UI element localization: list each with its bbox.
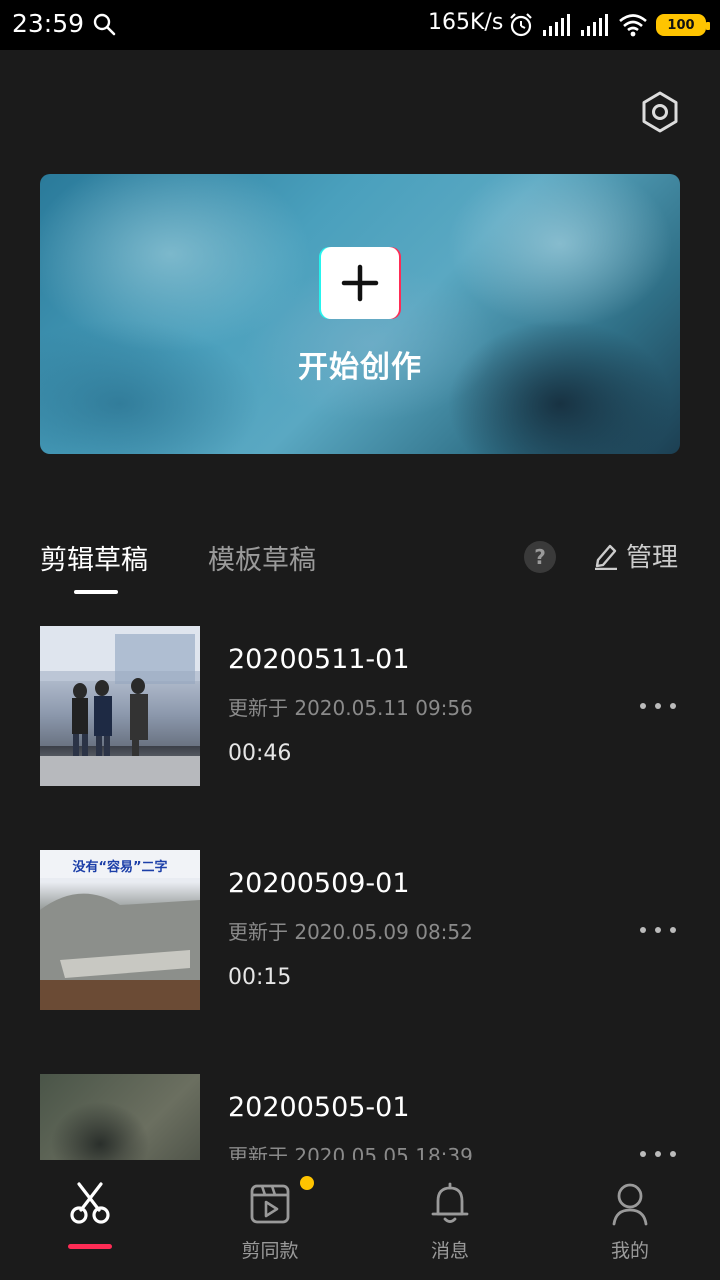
help-button[interactable]: ?	[524, 541, 556, 573]
nav-profile-label: 我的	[610, 1240, 649, 1262]
network-speed: 165K/s	[428, 10, 504, 35]
notification-badge	[300, 1176, 314, 1190]
tab-edit-drafts[interactable]: 剪辑草稿	[40, 538, 148, 577]
draft-thumbnail	[40, 1074, 200, 1160]
draft-title: 20200505-01	[228, 1092, 410, 1123]
signal-icon	[543, 14, 570, 36]
draft-list: 20200511-01 更新于 2020.05.11 09:56 00:46 没…	[0, 626, 720, 1160]
start-creating-card[interactable]: 开始创作	[40, 174, 680, 454]
search-icon	[93, 13, 116, 36]
start-creating-label: 开始创作	[298, 350, 422, 385]
draft-thumbnail	[40, 626, 200, 786]
draft-item[interactable]: 20200505-01 更新于 2020.05.05 18:39	[0, 1074, 720, 1160]
template-icon	[250, 1184, 290, 1224]
nav-templates-label: 剪同款	[241, 1240, 299, 1262]
nav-active-indicator	[68, 1244, 112, 1249]
nav-templates[interactable]: 剪同款	[180, 1160, 360, 1280]
active-tab-indicator	[74, 590, 118, 594]
more-options-icon[interactable]	[640, 696, 676, 716]
status-time: 23:59	[12, 9, 85, 38]
bell-icon	[431, 1182, 469, 1223]
new-project-button[interactable]	[319, 247, 401, 319]
nav-profile[interactable]: 我的	[540, 1160, 720, 1280]
nav-messages-label: 消息	[430, 1240, 469, 1262]
draft-duration: 00:15	[228, 965, 292, 990]
more-options-icon[interactable]	[640, 920, 676, 940]
battery-level: 100	[667, 17, 695, 33]
edit-icon	[595, 544, 617, 570]
draft-title: 20200509-01	[228, 868, 410, 899]
draft-duration: 00:46	[228, 741, 292, 766]
gear-icon[interactable]	[638, 90, 682, 134]
status-bar: 23:59 165K/s 100	[0, 0, 720, 50]
signal-icon	[581, 14, 608, 36]
draft-thumbnail: 没有“容易”二字	[40, 850, 200, 1010]
battery-icon: 100	[656, 14, 710, 36]
draft-item[interactable]: 20200511-01 更新于 2020.05.11 09:56 00:46	[0, 626, 720, 786]
nav-messages[interactable]: 消息	[360, 1160, 540, 1280]
tab-template-drafts[interactable]: 模板草稿	[208, 538, 316, 577]
draft-title: 20200511-01	[228, 644, 410, 675]
draft-updated: 更新于 2020.05.11 09:56	[228, 696, 473, 720]
nav-edit[interactable]	[0, 1160, 180, 1280]
thumbnail-caption: 没有“容易”二字	[72, 860, 168, 875]
scissors-icon	[70, 1182, 110, 1224]
draft-item[interactable]: 没有“容易”二字 20200509-01 更新于 2020.05.09 08:5…	[0, 850, 720, 1010]
person-icon	[612, 1183, 648, 1226]
alarm-icon	[510, 13, 532, 37]
manage-button[interactable]: 管理	[592, 537, 678, 573]
bottom-navigation: 剪同款 消息 我的	[0, 1160, 720, 1280]
more-options-icon[interactable]	[640, 1144, 676, 1160]
draft-updated: 更新于 2020.05.05 18:39	[228, 1144, 473, 1160]
wifi-icon	[619, 14, 647, 37]
plus-icon	[341, 264, 379, 302]
draft-updated: 更新于 2020.05.09 08:52	[228, 920, 473, 944]
manage-label: 管理	[626, 542, 679, 573]
